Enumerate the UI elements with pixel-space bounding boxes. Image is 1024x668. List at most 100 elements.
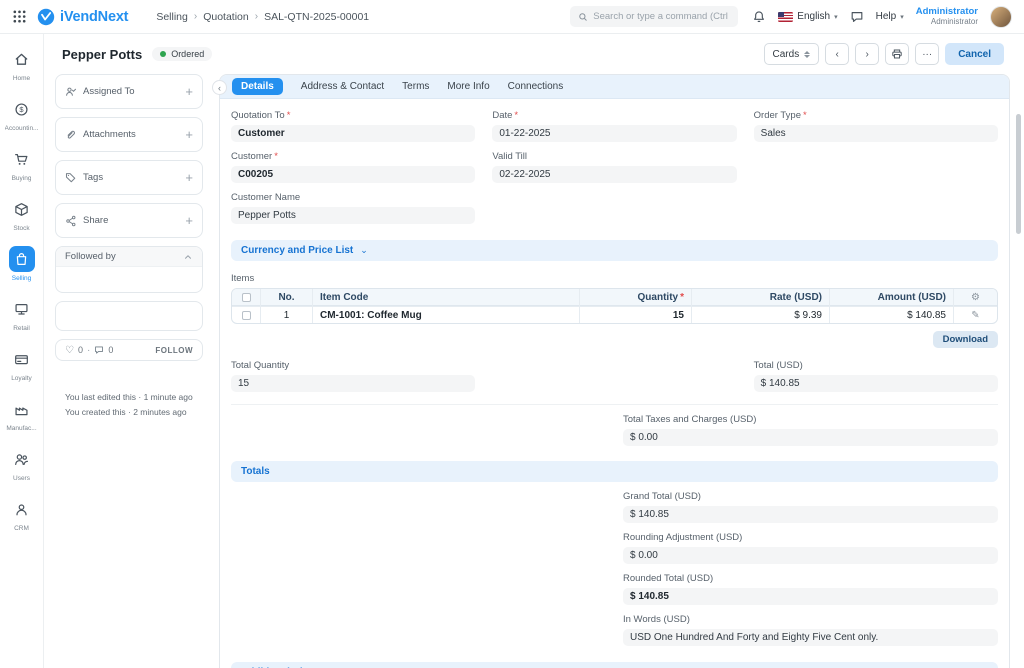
scrollbar[interactable] bbox=[1016, 114, 1021, 234]
edit-row-pencil-icon[interactable]: ✎ bbox=[971, 308, 979, 324]
home-icon bbox=[9, 46, 35, 72]
collapse-chevron-icon[interactable] bbox=[183, 252, 193, 262]
breadcrumb-separator: › bbox=[194, 11, 197, 22]
user-name: Administrator bbox=[916, 6, 978, 17]
sidebar-item-buying[interactable]: Buying bbox=[0, 146, 44, 182]
tab-details[interactable]: Details bbox=[232, 78, 283, 95]
prev-document-button[interactable]: ‹ bbox=[825, 43, 849, 65]
row-amount: $ 140.85 bbox=[829, 307, 953, 324]
items-section-label: Items bbox=[231, 273, 998, 284]
module-sidebar: Home $ Accountin... Buying Stock bbox=[0, 34, 44, 668]
col-rate: Rate (USD) bbox=[691, 289, 829, 306]
tab-connections[interactable]: Connections bbox=[508, 81, 564, 92]
users-icon bbox=[9, 446, 35, 472]
chevron-down-icon: ⌄ bbox=[360, 245, 368, 256]
items-table-row: 1 CM-1001: Coffee Mug 15 $ 9.39 $ 140.85… bbox=[232, 306, 997, 323]
col-quantity: Quantity* bbox=[579, 289, 691, 306]
tag-icon bbox=[65, 172, 77, 184]
help-menu[interactable]: Help ▾ bbox=[876, 11, 904, 22]
field-rounded-total: Rounded Total (USD) $ 140.85 bbox=[623, 573, 998, 605]
add-tag-button[interactable]: + bbox=[185, 171, 193, 184]
attachments-label: Attachments bbox=[83, 129, 136, 140]
total-quantity-input: 15 bbox=[231, 375, 475, 392]
cards-view-button[interactable]: Cards bbox=[764, 43, 820, 65]
user-role: Administrator bbox=[931, 17, 978, 27]
sidebar-item-retail[interactable]: Retail bbox=[0, 296, 44, 332]
row-quantity: 15 bbox=[579, 307, 691, 324]
help-label: Help bbox=[876, 11, 897, 22]
comment-icon[interactable] bbox=[94, 345, 104, 355]
pos-monitor-icon bbox=[9, 296, 35, 322]
app-logo[interactable]: iVendNext bbox=[37, 8, 128, 26]
apps-grid-icon[interactable] bbox=[12, 9, 27, 24]
social-actions-row: ♡ 0 · 0 FOLLOW bbox=[55, 339, 203, 361]
feedback-chat-icon[interactable] bbox=[850, 10, 864, 24]
add-share-button[interactable]: + bbox=[185, 214, 193, 227]
document-side-panel: Assigned To + Attachments + Tags bbox=[55, 74, 203, 427]
sidebar-item-manufacturing[interactable]: Manufac... bbox=[0, 396, 44, 432]
search-input[interactable] bbox=[593, 11, 730, 22]
section-totals[interactable]: Totals bbox=[231, 461, 998, 482]
breadcrumb-selling[interactable]: Selling bbox=[156, 11, 188, 23]
status-badge: Ordered bbox=[152, 47, 212, 61]
sidebar-item-loyalty[interactable]: Loyalty bbox=[0, 346, 44, 382]
valid-till-input: 02-22-2025 bbox=[492, 166, 736, 183]
top-navbar: iVendNext Selling › Quotation › SAL-QTN-… bbox=[0, 0, 1024, 34]
tab-terms[interactable]: Terms bbox=[402, 81, 429, 92]
total-taxes-input: $ 0.00 bbox=[623, 429, 998, 446]
field-customer: Customer* C00205 bbox=[231, 151, 475, 183]
add-attachment-button[interactable]: + bbox=[185, 128, 193, 141]
section-divider bbox=[231, 404, 998, 405]
menu-ellipsis-button[interactable]: ··· bbox=[915, 43, 939, 65]
sidebar-item-home[interactable]: Home bbox=[0, 46, 44, 82]
tab-more-info[interactable]: More Info bbox=[447, 81, 489, 92]
breadcrumb-quotation[interactable]: Quotation bbox=[203, 11, 249, 23]
heart-icon[interactable]: ♡ bbox=[65, 345, 74, 356]
attachments-section: Attachments + bbox=[55, 117, 203, 152]
field-total-taxes: Total Taxes and Charges (USD) $ 0.00 bbox=[623, 414, 998, 446]
share-section: Share + bbox=[55, 203, 203, 238]
row-checkbox[interactable] bbox=[242, 311, 251, 320]
tab-address-contact[interactable]: Address & Contact bbox=[301, 81, 384, 92]
page-title: Pepper Potts bbox=[62, 47, 142, 62]
comment-count: 0 bbox=[108, 345, 113, 355]
followed-by-list bbox=[56, 267, 202, 292]
order-type-input: Sales bbox=[754, 125, 998, 142]
row-rate: $ 9.39 bbox=[691, 307, 829, 324]
collapse-side-panel-button[interactable]: ‹ bbox=[212, 80, 227, 95]
field-date: Date* 01-22-2025 bbox=[492, 110, 736, 142]
add-assignment-button[interactable]: + bbox=[185, 85, 193, 98]
user-menu[interactable]: Administrator Administrator bbox=[916, 6, 978, 27]
logo-text: iVendNext bbox=[60, 9, 128, 25]
field-grand-total: Grand Total (USD) $ 140.85 bbox=[623, 491, 998, 523]
logo-icon bbox=[37, 8, 55, 26]
sidebar-item-accounting[interactable]: $ Accountin... bbox=[0, 96, 44, 132]
language-selector[interactable]: English ▾ bbox=[778, 11, 837, 22]
notifications-bell-icon[interactable] bbox=[752, 10, 766, 24]
cancel-button[interactable]: Cancel bbox=[945, 43, 1004, 65]
follow-button[interactable]: FOLLOW bbox=[155, 346, 193, 355]
avatar[interactable] bbox=[990, 6, 1012, 28]
sidebar-item-users[interactable]: Users bbox=[0, 446, 44, 482]
sidebar-item-selling[interactable]: Selling bbox=[0, 246, 44, 282]
col-amount: Amount (USD) bbox=[829, 289, 953, 306]
print-button[interactable] bbox=[885, 43, 909, 65]
field-total-quantity: Total Quantity 15 bbox=[231, 360, 475, 392]
col-no: No. bbox=[260, 289, 312, 306]
customer-input: C00205 bbox=[231, 166, 475, 183]
field-rounding-adjustment: Rounding Adjustment (USD) $ 0.00 bbox=[623, 532, 998, 564]
global-search[interactable] bbox=[570, 6, 738, 27]
section-currency-price-list[interactable]: Currency and Price List ⌄ bbox=[231, 240, 998, 261]
next-document-button[interactable]: › bbox=[855, 43, 879, 65]
sidebar-item-crm[interactable]: CRM bbox=[0, 496, 44, 532]
select-all-checkbox[interactable] bbox=[242, 293, 251, 302]
share-label: Share bbox=[83, 215, 108, 226]
section-additional-discount[interactable]: Additional Discount ⌄ bbox=[231, 662, 998, 668]
sidebar-item-stock[interactable]: Stock bbox=[0, 196, 44, 232]
download-button[interactable]: Download bbox=[933, 331, 998, 348]
breadcrumb-current-doc[interactable]: SAL-QTN-2025-00001 bbox=[264, 11, 369, 23]
breadcrumb: Selling › Quotation › SAL-QTN-2025-00001 bbox=[156, 11, 369, 23]
table-settings-gear-icon[interactable]: ⚙ bbox=[971, 290, 980, 306]
customer-name-input: Pepper Potts bbox=[231, 207, 475, 224]
followed-by-section: Followed by bbox=[55, 246, 203, 293]
